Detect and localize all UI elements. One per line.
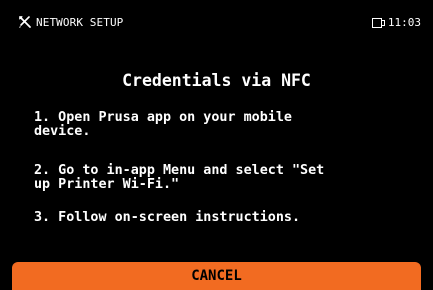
clock-time: 11:03 [387,16,421,29]
status-header: NETWORK SETUP 11:03 [0,0,433,34]
status-indicators: 11:03 [371,16,421,29]
header-title: NETWORK SETUP [36,16,124,29]
cancel-button[interactable]: CANCEL [12,262,421,290]
page-title: Credentials via NFC [122,71,311,90]
instruction-step-3: 3. Follow on-screen instructions. [34,210,301,225]
instruction-step-2: 2. Go to in-app Menu and select "Set up … [34,163,325,192]
usb-drive-icon [371,17,385,28]
wrench-screwdriver-icon [19,16,31,28]
instruction-step-1: 1. Open Prusa app on your mobile device. [34,110,292,139]
